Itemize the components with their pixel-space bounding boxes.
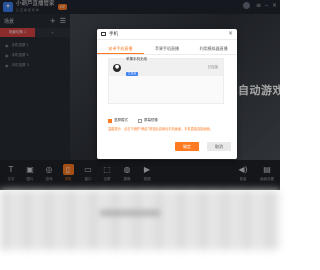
dialog-tabs: 安卓手机直播 苹果手机直播 利用模拟器直播 <box>97 44 237 55</box>
tip-text: 温馨提示：点击下面的"确定"按钮后会弹出手机画面，手机直接连接画面。 <box>108 127 213 131</box>
device-item[interactable]: ● 苹果手机无线 已连接 已连接 <box>109 56 223 78</box>
phone-icon <box>101 32 106 36</box>
blurred-background <box>0 190 280 270</box>
tab-emulator[interactable]: 利用模拟器直播 <box>190 44 237 54</box>
blurred-strip <box>0 190 280 250</box>
tab-iphone[interactable]: 苹果手机直播 <box>144 44 191 54</box>
device-name: 苹果手机无线 <box>126 56 147 61</box>
option-label: 屏幕镜像 <box>144 118 158 122</box>
status-badge: 已连接 <box>126 71 139 76</box>
apple-icon: ● <box>113 63 121 72</box>
dialog-header: 手机 × <box>97 29 237 40</box>
ok-button[interactable]: 确定 <box>175 142 199 151</box>
checkbox[interactable] <box>138 118 142 123</box>
dialog-title: 手机 <box>109 32 118 37</box>
dialog-options: 竖屏模式 屏幕镜像 <box>108 118 158 123</box>
dialog-buttons: 确定 取消 <box>97 142 237 151</box>
device-action[interactable]: 已连接 <box>208 65 219 70</box>
option-label: 竖屏模式 <box>114 118 128 122</box>
tab-android[interactable]: 安卓手机直播 <box>97 44 144 54</box>
device-list: ● 苹果手机无线 已连接 已连接 <box>108 56 224 104</box>
cancel-button[interactable]: 取消 <box>207 142 231 151</box>
checkbox-checked[interactable] <box>108 118 112 123</box>
option-mirror[interactable]: 屏幕镜像 <box>138 118 158 123</box>
phone-dialog: 手机 × 安卓手机直播 苹果手机直播 利用模拟器直播 ● 苹果手机无线 已连接 … <box>97 29 237 159</box>
option-portrait[interactable]: 竖屏模式 <box>108 118 128 123</box>
main-window: ✦ 小葫芦直播管家 让 直 播 更 简 单 VIP ≡ – × 场景 + ☰ 场… <box>0 0 280 190</box>
blurred-shape <box>100 210 160 216</box>
device-info: 苹果手机无线 已连接 <box>126 56 147 78</box>
close-icon[interactable]: × <box>228 31 233 37</box>
